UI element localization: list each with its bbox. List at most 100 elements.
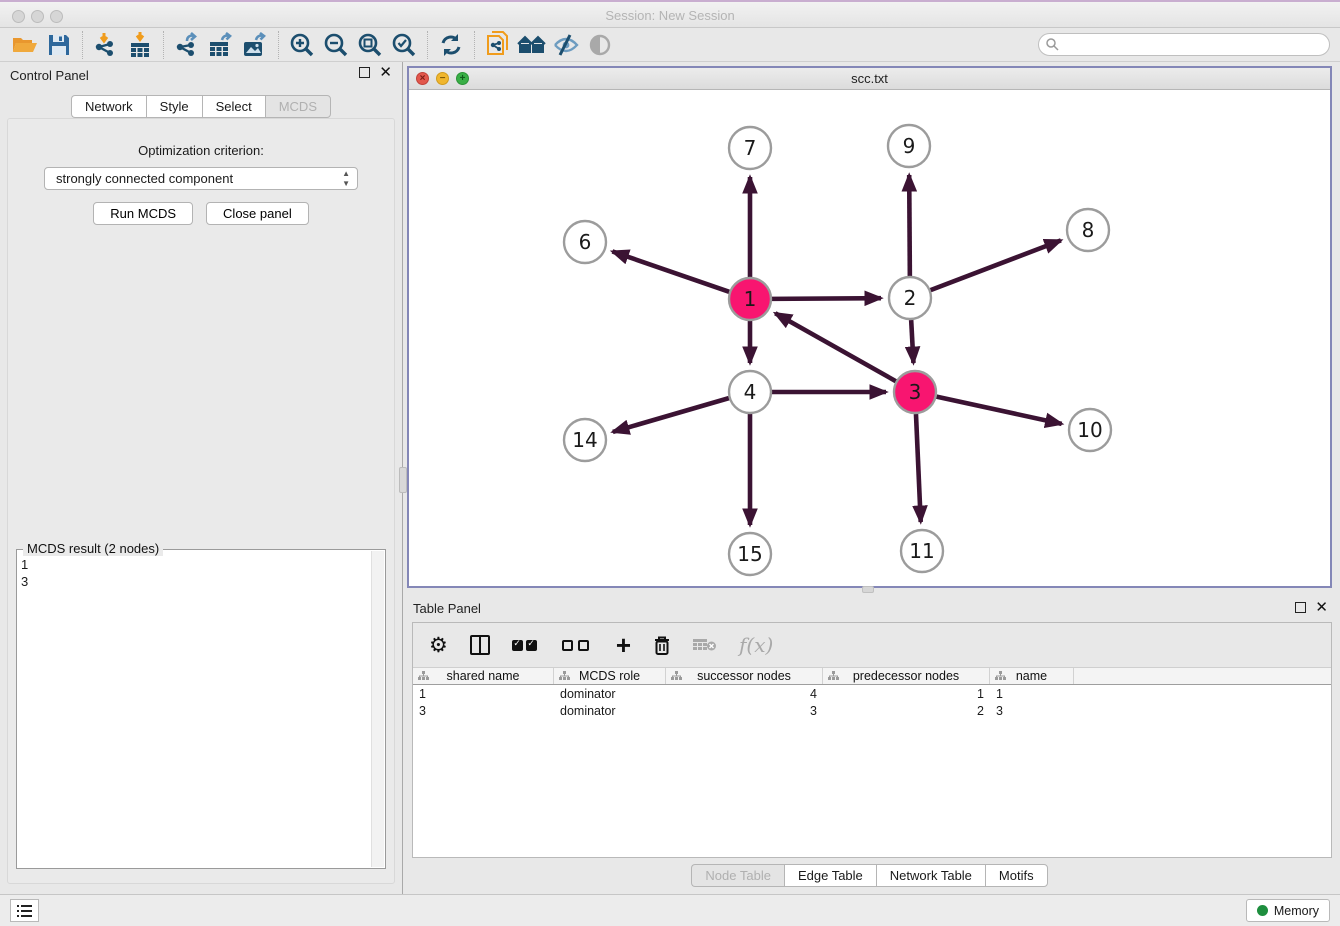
mcds-result-title: MCDS result (2 nodes) (23, 541, 163, 556)
cell-predecessor-nodes[interactable]: 1 (823, 687, 990, 701)
column-header-name[interactable]: name (990, 668, 1074, 684)
tab-select[interactable]: Select (202, 95, 265, 118)
cell-name[interactable]: 1 (990, 687, 1074, 701)
select-all-columns-icon[interactable] (512, 630, 540, 660)
horizontal-splitter-handle[interactable] (862, 586, 874, 593)
tab-mcds[interactable]: MCDS (265, 95, 331, 118)
criterion-value: strongly connected component (56, 171, 233, 186)
window-titlebar: Session: New Session (0, 0, 1340, 28)
import-table-icon[interactable] (123, 30, 157, 60)
export-image-icon[interactable] (238, 30, 272, 60)
import-network-icon[interactable] (89, 30, 123, 60)
refresh-icon[interactable] (434, 30, 468, 60)
cell-predecessor-nodes[interactable]: 2 (823, 704, 990, 718)
show-columns-icon[interactable] (470, 630, 490, 660)
cybrowser-icon[interactable] (515, 30, 549, 60)
zoom-selected-icon[interactable] (387, 30, 421, 60)
close-panel-button[interactable]: Close panel (206, 202, 309, 225)
tab-node-table[interactable]: Node Table (691, 864, 784, 887)
delete-columns-icon[interactable] (653, 630, 671, 660)
cell-successor-nodes[interactable]: 3 (666, 704, 823, 718)
cell-MCDS-role[interactable]: dominator (554, 704, 666, 718)
select-spinner-icon: ▲▼ (342, 169, 350, 189)
mcds-result-scrollbar[interactable] (371, 551, 384, 867)
memory-status-icon (1257, 905, 1268, 916)
tab-network-table[interactable]: Network Table (876, 864, 985, 887)
edge-2-3[interactable] (911, 320, 913, 363)
criterion-select[interactable]: strongly connected component ▲▼ (44, 167, 358, 190)
main-toolbar (0, 28, 1340, 62)
function-builder-icon[interactable]: f(x) (739, 630, 773, 660)
node-label-15: 15 (737, 542, 762, 566)
vertical-splitter-handle[interactable] (399, 467, 407, 493)
table-panel-title: Table Panel (407, 601, 481, 616)
network-window-titlebar[interactable]: × − + scc.txt (409, 68, 1330, 90)
main-area: Control Panel ✕ NetworkStyleSelectMCDS O… (0, 62, 1340, 894)
cell-shared-name[interactable]: 1 (413, 687, 554, 701)
add-column-icon[interactable]: + (616, 630, 631, 660)
run-mcds-button[interactable]: Run MCDS (93, 202, 193, 225)
edge-2-9[interactable] (909, 175, 910, 276)
tab-style[interactable]: Style (146, 95, 202, 118)
close-panel-icon[interactable]: ✕ (379, 67, 392, 78)
table-row[interactable]: 3dominator323 (413, 702, 1331, 719)
node-label-7: 7 (744, 136, 757, 160)
zoom-in-icon[interactable] (285, 30, 319, 60)
table-row[interactable]: 1dominator411 (413, 685, 1331, 702)
control-panel-title: Control Panel (10, 68, 89, 83)
search-input[interactable] (1038, 33, 1330, 56)
export-network-icon[interactable] (170, 30, 204, 60)
float-panel-icon[interactable] (359, 67, 370, 78)
node-label-11: 11 (909, 539, 934, 563)
save-session-icon[interactable] (42, 30, 76, 60)
cell-name[interactable]: 3 (990, 704, 1074, 718)
cell-shared-name[interactable]: 3 (413, 704, 554, 718)
zoom-fit-icon[interactable] (353, 30, 387, 60)
edge-2-8[interactable] (931, 240, 1061, 290)
tab-edge-table[interactable]: Edge Table (784, 864, 876, 887)
memory-button[interactable]: Memory (1246, 899, 1330, 922)
edge-1-6[interactable] (612, 251, 729, 291)
node-label-14: 14 (572, 428, 597, 452)
edge-1-2[interactable] (772, 298, 881, 299)
table-panel-tabs: Node TableEdge TableNetwork TableMotifs (407, 864, 1332, 887)
mcds-result-box: MCDS result (2 nodes) 1 3 (16, 549, 386, 869)
column-header-predecessor-nodes[interactable]: predecessor nodes (823, 668, 990, 684)
show-panels-icon[interactable] (583, 30, 617, 60)
edge-4-14[interactable] (613, 398, 729, 432)
cell-MCDS-role[interactable]: dominator (554, 687, 666, 701)
network-canvas[interactable]: 7968124314101511 (409, 90, 1330, 586)
edge-3-10[interactable] (936, 397, 1061, 424)
unselect-all-columns-icon[interactable] (562, 630, 594, 660)
node-label-3: 3 (909, 380, 922, 404)
network-file-icon[interactable] (481, 30, 515, 60)
cell-successor-nodes[interactable]: 4 (666, 687, 823, 701)
hide-panels-icon[interactable] (549, 30, 583, 60)
export-table-icon[interactable] (204, 30, 238, 60)
column-header-shared-name[interactable]: shared name (413, 668, 554, 684)
column-header-MCDS-role[interactable]: MCDS role (554, 668, 666, 684)
tab-motifs[interactable]: Motifs (985, 864, 1048, 887)
toolbar-separator (163, 31, 164, 59)
float-table-panel-icon[interactable] (1295, 602, 1306, 613)
edge-3-11[interactable] (916, 414, 921, 522)
control-panel: Control Panel ✕ NetworkStyleSelectMCDS O… (0, 62, 403, 894)
node-label-9: 9 (903, 134, 916, 158)
list-icon (16, 904, 33, 918)
control-panel-tabs: NetworkStyleSelectMCDS (0, 95, 402, 118)
table-panel: Table Panel ✕ ⚙ + (407, 596, 1332, 894)
open-file-icon[interactable] (8, 30, 42, 60)
task-history-button[interactable] (10, 899, 39, 922)
delete-table-icon[interactable] (693, 630, 717, 660)
node-label-6: 6 (579, 230, 592, 254)
toolbar-separator (474, 31, 475, 59)
edge-3-1[interactable] (775, 313, 896, 381)
column-settings-gear-icon[interactable]: ⚙ (429, 630, 448, 660)
close-table-panel-icon[interactable]: ✕ (1315, 602, 1328, 613)
table-rows: 1dominator4113dominator323 (413, 685, 1331, 719)
search-icon (1046, 38, 1059, 51)
column-header-successor-nodes[interactable]: successor nodes (666, 668, 823, 684)
toolbar-separator (82, 31, 83, 59)
zoom-out-icon[interactable] (319, 30, 353, 60)
tab-network[interactable]: Network (71, 95, 146, 118)
